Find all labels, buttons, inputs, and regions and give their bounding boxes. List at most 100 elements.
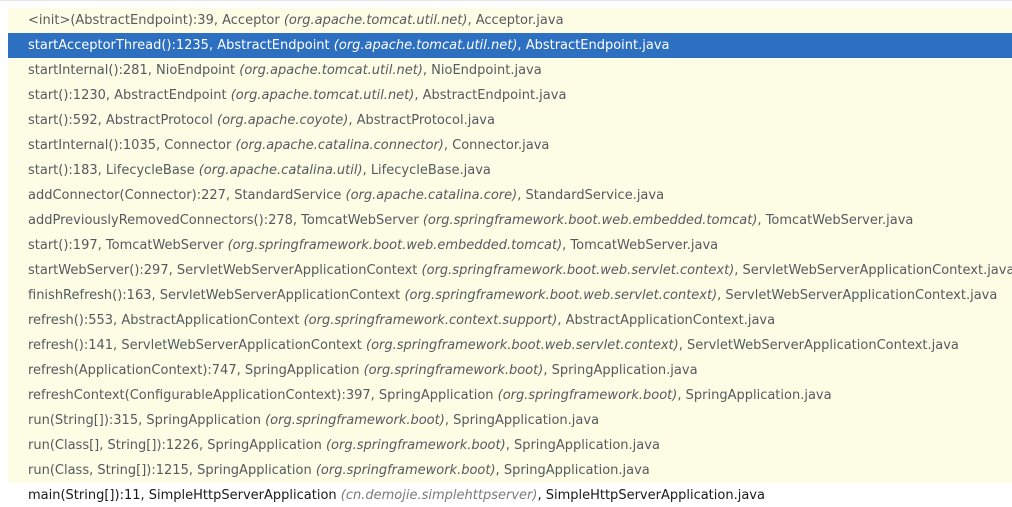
- frame-file: AbstractApplicationContext.java: [565, 313, 776, 328]
- frame-row[interactable]: refresh():553, AbstractApplicationContex…: [8, 308, 1012, 333]
- frame-method: startInternal():1035: [28, 138, 156, 153]
- frame-row-user-code[interactable]: main(String[]):11, SimpleHttpServerAppli…: [8, 483, 1012, 507]
- frame-class: ServletWebServerApplicationContext: [121, 338, 362, 353]
- frame-package: (org.springframework.boot.web.servlet.co…: [421, 263, 735, 278]
- frame-row[interactable]: addConnector(Connector):227, StandardSer…: [8, 183, 1012, 208]
- frame-method: start():1230: [28, 88, 106, 103]
- frame-file: SpringApplication.java: [551, 363, 698, 378]
- frame-row[interactable]: refresh():141, ServletWebServerApplicati…: [8, 333, 1012, 358]
- frame-row[interactable]: start():183, LifecycleBase (org.apache.c…: [8, 158, 1012, 183]
- frame-method: addConnector(Connector):227: [28, 188, 226, 203]
- frame-file: ServletWebServerApplicationContext.java: [725, 288, 998, 303]
- frame-package: (org.springframework.boot.web.servlet.co…: [404, 288, 718, 303]
- frame-method: refresh():141: [28, 338, 114, 353]
- frame-class: SpringApplication: [207, 438, 322, 453]
- frame-method: run(Class[], String[]):1226: [28, 438, 199, 453]
- frame-package: (org.apache.catalina.util): [198, 163, 363, 178]
- frame-file: ServletWebServerApplicationContext.java: [742, 263, 1012, 278]
- frame-file: SpringApplication.java: [685, 388, 832, 403]
- frame-method: start():592: [28, 113, 98, 128]
- frame-class: SpringApplication: [244, 363, 360, 378]
- frame-row[interactable]: run(Class, String[]):1215, SpringApplica…: [8, 458, 1012, 483]
- frame-package: (org.apache.tomcat.util.net): [239, 63, 423, 78]
- frame-package: (org.apache.coyote): [217, 113, 349, 128]
- frame-package: (cn.demojie.simplehttpserver): [340, 488, 538, 503]
- frame-row[interactable]: start():1230, AbstractEndpoint (org.apac…: [8, 83, 1012, 108]
- frame-file: ServletWebServerApplicationContext.java: [686, 338, 959, 353]
- frame-class: SpringApplication: [197, 463, 312, 478]
- frame-row[interactable]: start():197, TomcatWebServer (org.spring…: [8, 233, 1012, 258]
- frame-file: TomcatWebServer.java: [765, 213, 914, 228]
- frame-method: refreshContext(ConfigurableApplicationCo…: [28, 388, 371, 403]
- frame-package: (org.springframework.boot): [325, 438, 506, 453]
- frame-row[interactable]: addPreviouslyRemovedConnectors():278, To…: [8, 208, 1012, 233]
- frame-package: (org.springframework.boot): [265, 413, 445, 428]
- frame-method: addPreviouslyRemovedConnectors():278: [28, 213, 293, 228]
- frame-method: startWebServer():297: [28, 263, 169, 278]
- frame-row[interactable]: startWebServer():297, ServletWebServerAp…: [8, 258, 1012, 283]
- frame-class: ServletWebServerApplicationContext: [159, 288, 401, 303]
- frame-file: NioEndpoint.java: [431, 63, 542, 78]
- frame-class: TomcatWebServer: [301, 213, 419, 228]
- frame-row[interactable]: startInternal():1035, Connector (org.apa…: [8, 133, 1012, 158]
- frame-package: (org.springframework.boot): [315, 463, 496, 478]
- frame-package: (org.springframework.boot.web.embedded.t…: [227, 238, 563, 253]
- frame-file: SpringApplication.java: [503, 463, 650, 478]
- frame-row[interactable]: refresh(ApplicationContext):747, SpringA…: [8, 358, 1012, 383]
- frame-package: (org.springframework.context.support): [303, 313, 558, 328]
- frame-class: ServletWebServerApplicationContext: [176, 263, 418, 278]
- frame-file: Acceptor.java: [475, 13, 564, 28]
- frame-class: AbstractEndpoint: [217, 38, 330, 53]
- frame-package: (org.springframework.boot.web.servlet.co…: [366, 338, 679, 353]
- frame-row[interactable]: run(String[]):315, SpringApplication (or…: [8, 408, 1012, 433]
- frame-file: AbstractEndpoint.java: [525, 38, 670, 53]
- frame-method: start():197: [28, 238, 98, 253]
- frame-method: run(Class, String[]):1215: [28, 463, 189, 478]
- frame-file: SpringApplication.java: [453, 413, 600, 428]
- frame-row[interactable]: startInternal():281, NioEndpoint (org.ap…: [8, 58, 1012, 83]
- frame-class: StandardService: [234, 188, 342, 203]
- frame-class: NioEndpoint: [155, 63, 236, 78]
- frame-class: Acceptor: [222, 13, 280, 28]
- frames-list: <init>(AbstractEndpoint):39, Acceptor (o…: [0, 0, 1012, 507]
- frame-package: (org.apache.catalina.core): [345, 188, 518, 203]
- frame-method: refresh(ApplicationContext):747: [28, 363, 237, 378]
- frame-file: StandardService.java: [525, 188, 665, 203]
- frame-package: (org.springframework.boot): [497, 388, 678, 403]
- frame-package: (org.apache.tomcat.util.net): [230, 88, 415, 103]
- frame-class: SpringApplication: [378, 388, 494, 403]
- frame-file: TomcatWebServer.java: [570, 238, 719, 253]
- frame-method: run(String[]):315: [28, 413, 139, 428]
- frame-package: (org.springframework.boot.web.embedded.t…: [422, 213, 758, 228]
- frame-method: <init>(AbstractEndpoint):39: [28, 13, 214, 28]
- frame-class: Connector: [164, 138, 232, 153]
- frame-file: AbstractProtocol.java: [356, 113, 495, 128]
- frame-class: LifecycleBase: [105, 163, 195, 178]
- frame-class: SpringApplication: [146, 413, 261, 428]
- frame-package: (org.springframework.boot): [363, 363, 544, 378]
- frame-method: startInternal():281: [28, 63, 148, 78]
- frame-file: LifecycleBase.java: [370, 163, 491, 178]
- frame-file: SpringApplication.java: [513, 438, 660, 453]
- frame-package: (org.apache.tomcat.util.net): [333, 38, 518, 53]
- frame-class: AbstractApplicationContext: [121, 313, 300, 328]
- frame-class: AbstractEndpoint: [114, 88, 227, 103]
- frame-row[interactable]: finishRefresh():163, ServletWebServerApp…: [8, 283, 1012, 308]
- frame-method: startAcceptorThread():1235: [28, 38, 209, 53]
- frame-package: (org.apache.tomcat.util.net): [283, 13, 468, 28]
- frame-row[interactable]: refreshContext(ConfigurableApplicationCo…: [8, 383, 1012, 408]
- frame-file: Connector.java: [452, 138, 550, 153]
- frame-file: AbstractEndpoint.java: [422, 88, 567, 103]
- frame-method: start():183: [28, 163, 98, 178]
- gutter: [0, 1, 8, 507]
- frame-row[interactable]: start():592, AbstractProtocol (org.apach…: [8, 108, 1012, 133]
- frame-method: main(String[]):11: [28, 488, 141, 503]
- frame-row[interactable]: <init>(AbstractEndpoint):39, Acceptor (o…: [8, 8, 1012, 33]
- frame-package: (org.apache.catalina.connector): [235, 138, 444, 153]
- frame-class: AbstractProtocol: [105, 113, 213, 128]
- frame-row-selected[interactable]: startAcceptorThread():1235, AbstractEndp…: [8, 33, 1012, 58]
- frame-file: SimpleHttpServerApplication.java: [545, 488, 765, 503]
- frame-method: refresh():553: [28, 313, 114, 328]
- frame-class: SimpleHttpServerApplication: [148, 488, 337, 503]
- frame-row[interactable]: run(Class[], String[]):1226, SpringAppli…: [8, 433, 1012, 458]
